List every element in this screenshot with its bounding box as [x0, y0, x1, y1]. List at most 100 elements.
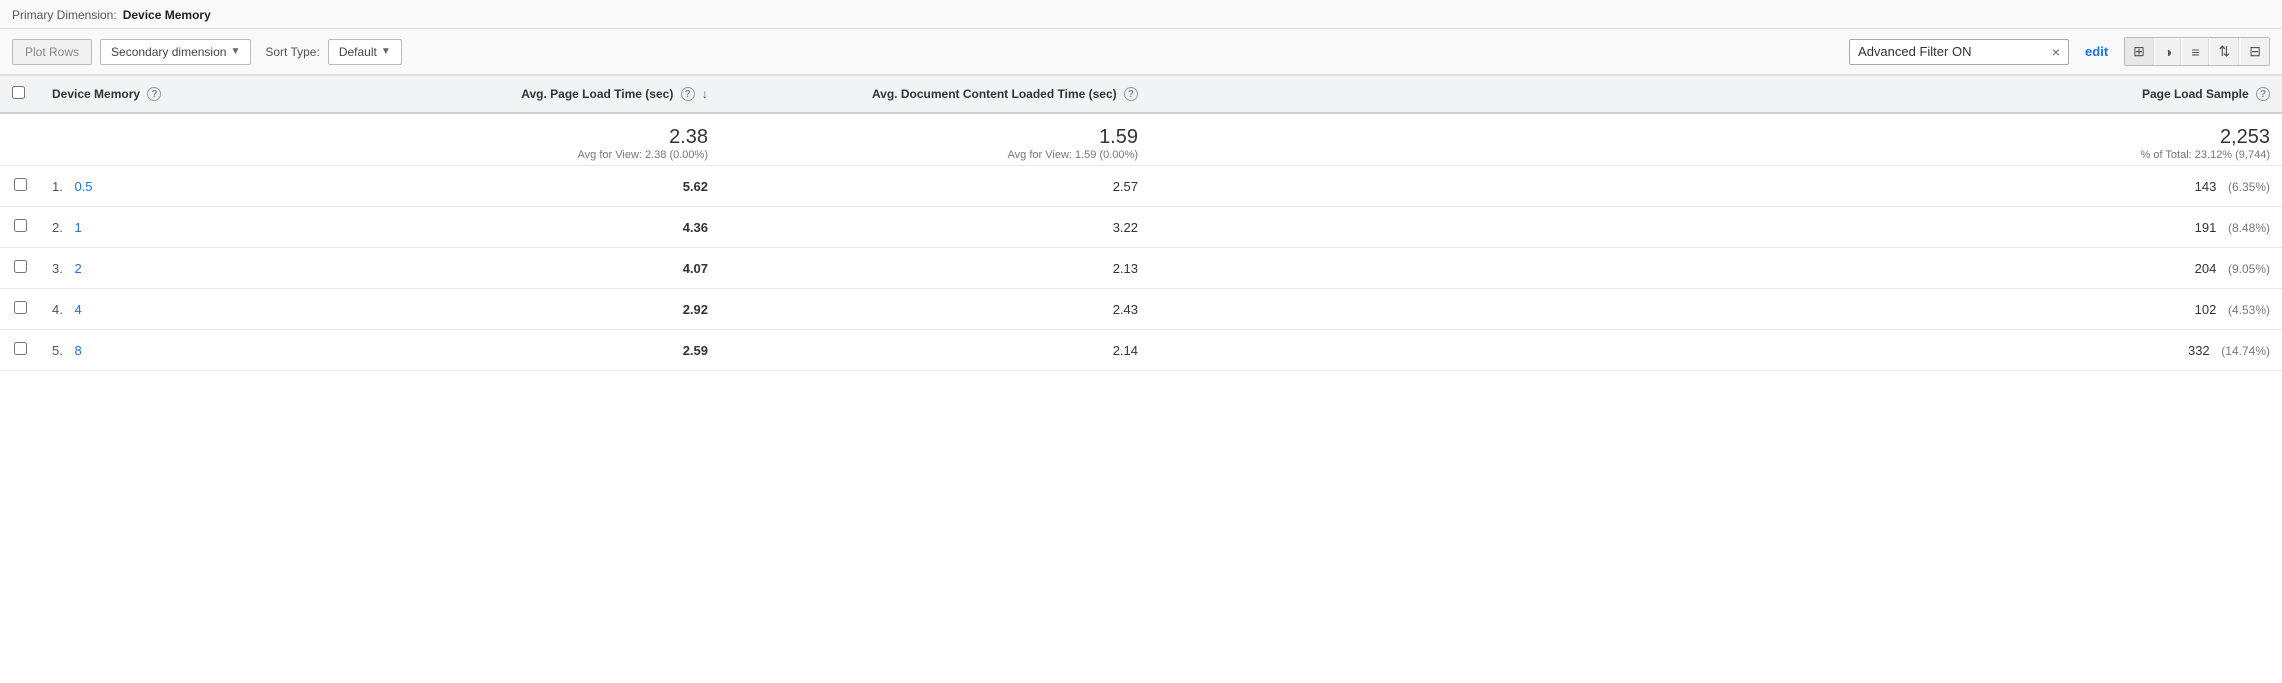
row-sample-pct-3: (4.53%) [2228, 303, 2270, 317]
row-sample-main-4: 332 [2188, 343, 2210, 358]
sort-default-label: Default [339, 45, 377, 59]
row-avg-load-cell-0: 5.62 [420, 166, 720, 207]
table-row: 2. 1 4.36 3.22 191 (8.48%) [0, 207, 2282, 248]
row-device-cell-4: 5. 8 [40, 330, 420, 371]
row-avg-doc-cell-1: 3.22 [720, 207, 1150, 248]
select-all-checkbox[interactable] [12, 86, 25, 99]
row-sample-pct-4: (14.74%) [2221, 344, 2270, 358]
row-rank-3: 4. [52, 302, 63, 317]
view-compare-button[interactable]: ⇅ [2211, 38, 2240, 65]
row-sample-cell-0: 143 (6.35%) [1150, 166, 2282, 207]
help-icon-avg-load[interactable]: ? [681, 87, 695, 101]
row-device-cell-3: 4. 4 [40, 289, 420, 330]
row-checkbox-4[interactable] [14, 342, 27, 355]
table-row: 3. 2 4.07 2.13 204 (9.05%) [0, 248, 2282, 289]
column-header-avg-load: Avg. Page Load Time (sec) ? ↓ [420, 76, 720, 114]
table-header-row: Device Memory ? Avg. Page Load Time (sec… [0, 76, 2282, 114]
summary-avg-doc-cell: 1.59 Avg for View: 1.59 (0.00%) [720, 113, 1150, 166]
row-sample-main-1: 191 [2195, 220, 2217, 235]
help-icon-avg-doc[interactable]: ? [1124, 87, 1138, 101]
row-checkbox-cell-1[interactable] [0, 207, 40, 248]
summary-sample-sub: % of Total: 23.12% (9,744) [1162, 149, 2270, 161]
secondary-dimension-arrow-icon: ▼ [230, 46, 240, 57]
row-sample-main-3: 102 [2195, 302, 2217, 317]
primary-dimension-label: Primary Dimension: [12, 8, 117, 22]
summary-avg-doc-sub: Avg for View: 1.59 (0.00%) [732, 149, 1138, 161]
summary-avg-load-cell: 2.38 Avg for View: 2.38 (0.00%) [420, 113, 720, 166]
row-checkbox-0[interactable] [14, 178, 27, 191]
filter-text: Advanced Filter ON [1858, 44, 2044, 59]
secondary-dimension-label: Secondary dimension [111, 45, 226, 59]
edit-filter-link[interactable]: edit [2085, 44, 2108, 59]
row-device-link-2[interactable]: 2 [74, 261, 81, 276]
row-sample-cell-4: 332 (14.74%) [1150, 330, 2282, 371]
row-sample-main-2: 204 [2195, 261, 2217, 276]
row-device-link-3[interactable]: 4 [74, 302, 81, 317]
help-icon-sample[interactable]: ? [2256, 87, 2270, 101]
toolbar: Plot Rows Secondary dimension ▼ Sort Typ… [0, 29, 2282, 75]
column-header-device: Device Memory ? [40, 76, 420, 114]
help-icon-device[interactable]: ? [147, 87, 161, 101]
row-device-link-0[interactable]: 0.5 [74, 179, 92, 194]
row-device-link-1[interactable]: 1 [74, 220, 81, 235]
row-avg-doc-cell-0: 2.57 [720, 166, 1150, 207]
column-label-sample: Page Load Sample [2142, 87, 2249, 101]
summary-row: 2.38 Avg for View: 2.38 (0.00%) 1.59 Avg… [0, 113, 2282, 166]
row-device-cell-2: 3. 2 [40, 248, 420, 289]
row-checkbox-cell-0[interactable] [0, 166, 40, 207]
row-rank-2: 3. [52, 261, 63, 276]
row-checkbox-cell-3[interactable] [0, 289, 40, 330]
table-row: 5. 8 2.59 2.14 332 (14.74%) [0, 330, 2282, 371]
row-avg-doc-cell-2: 2.13 [720, 248, 1150, 289]
plot-rows-button[interactable]: Plot Rows [12, 39, 92, 65]
row-checkbox-3[interactable] [14, 301, 27, 314]
summary-sample-main: 2,253 [1162, 126, 2270, 149]
view-pivot-button[interactable]: ⊟ [2241, 38, 2269, 65]
row-checkbox-cell-2[interactable] [0, 248, 40, 289]
summary-avg-load-sub: Avg for View: 2.38 (0.00%) [432, 149, 708, 161]
secondary-dimension-dropdown[interactable]: Secondary dimension ▼ [100, 39, 251, 65]
table-row: 1. 0.5 5.62 2.57 143 (6.35%) [0, 166, 2282, 207]
row-avg-doc-cell-4: 2.14 [720, 330, 1150, 371]
select-all-header[interactable] [0, 76, 40, 114]
filter-close-button[interactable]: × [2052, 44, 2060, 60]
row-device-link-4[interactable]: 8 [74, 343, 81, 358]
row-sample-pct-0: (6.35%) [2228, 180, 2270, 194]
column-label-avg-load: Avg. Page Load Time (sec) [521, 87, 673, 101]
sort-default-arrow-icon: ▼ [381, 46, 391, 57]
summary-checkbox-cell [0, 113, 40, 166]
row-checkbox-cell-4[interactable] [0, 330, 40, 371]
view-pie-button[interactable]: ◑ [2156, 39, 2181, 65]
summary-avg-doc-main: 1.59 [732, 126, 1138, 149]
summary-sample-cell: 2,253 % of Total: 23.12% (9,744) [1150, 113, 2282, 166]
row-sample-pct-2: (9.05%) [2228, 262, 2270, 276]
view-grid-button[interactable]: ⊞ [2125, 38, 2154, 65]
primary-dimension-bar: Primary Dimension: Device Memory [0, 0, 2282, 29]
column-header-sample: Page Load Sample ? [1150, 76, 2282, 114]
column-label-avg-doc: Avg. Document Content Loaded Time (sec) [872, 87, 1117, 101]
row-device-cell-1: 2. 1 [40, 207, 420, 248]
row-sample-main-0: 143 [2195, 179, 2217, 194]
data-table: Device Memory ? Avg. Page Load Time (sec… [0, 75, 2282, 371]
row-rank-0: 1. [52, 179, 63, 194]
column-header-avg-doc: Avg. Document Content Loaded Time (sec) … [720, 76, 1150, 114]
sort-default-dropdown[interactable]: Default ▼ [328, 39, 402, 65]
row-avg-load-cell-4: 2.59 [420, 330, 720, 371]
row-device-cell-0: 1. 0.5 [40, 166, 420, 207]
row-checkbox-1[interactable] [14, 219, 27, 232]
row-sample-cell-1: 191 (8.48%) [1150, 207, 2282, 248]
column-label-device: Device Memory [52, 87, 140, 101]
row-avg-load-cell-3: 2.92 [420, 289, 720, 330]
advanced-filter-box: Advanced Filter ON × [1849, 39, 2069, 65]
row-avg-doc-cell-3: 2.43 [720, 289, 1150, 330]
row-sample-cell-2: 204 (9.05%) [1150, 248, 2282, 289]
row-sample-pct-1: (8.48%) [2228, 221, 2270, 235]
view-list-button[interactable]: ≡ [2183, 39, 2208, 65]
row-rank-1: 2. [52, 220, 63, 235]
row-checkbox-2[interactable] [14, 260, 27, 273]
summary-avg-load-main: 2.38 [432, 126, 708, 149]
row-avg-load-cell-1: 4.36 [420, 207, 720, 248]
row-sample-cell-3: 102 (4.53%) [1150, 289, 2282, 330]
sort-arrow-avg-load: ↓ [702, 87, 708, 101]
primary-dimension-value: Device Memory [123, 8, 211, 22]
